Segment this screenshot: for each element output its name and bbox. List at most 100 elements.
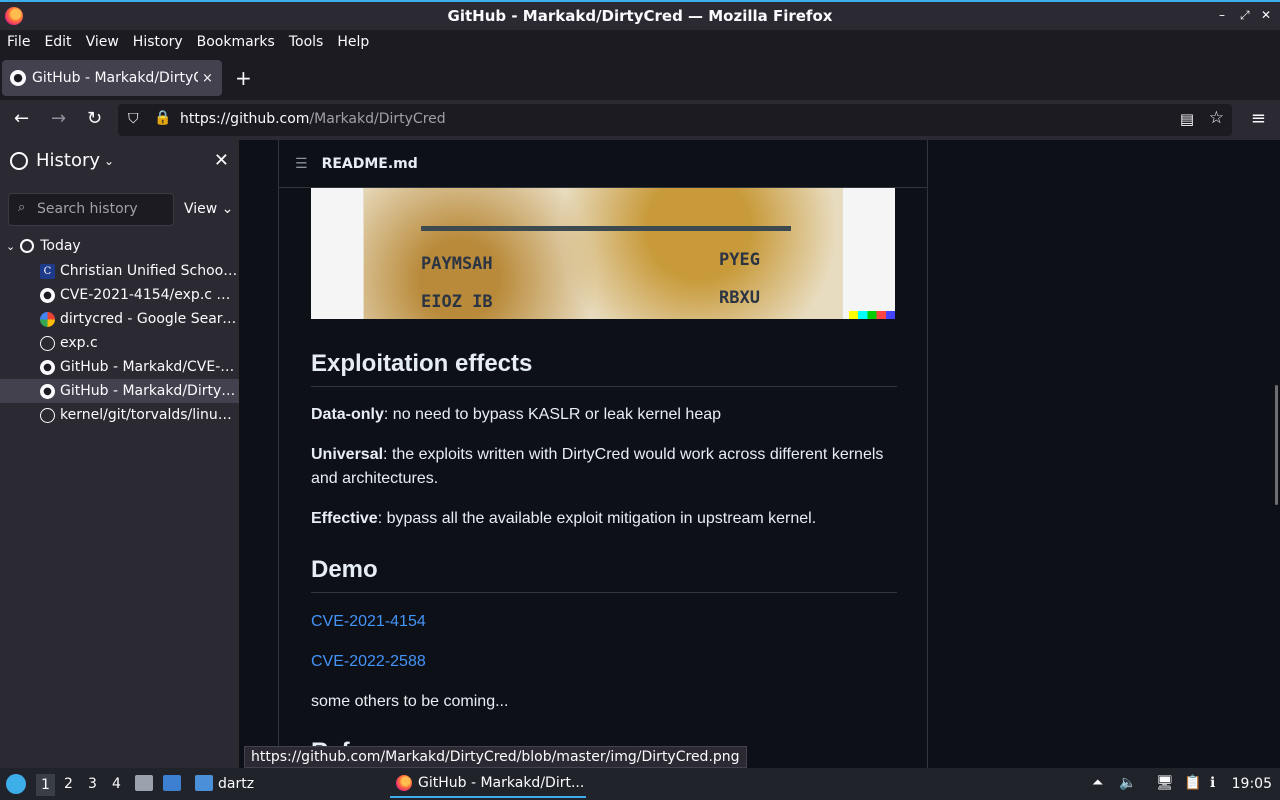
search-icon: ⌕	[18, 200, 26, 215]
menu-edit[interactable]: Edit	[44, 34, 71, 50]
close-icon[interactable]: ✕	[214, 150, 229, 171]
navigation-bar: ← → ↻ ⛉ 🔒 https://github.com/Markakd/Dir…	[0, 100, 1280, 140]
effect-paragraph: Effective: bypass all the available expl…	[311, 510, 817, 527]
image-text: PAYMSAH	[421, 254, 493, 274]
c-icon: C	[40, 263, 55, 279]
github-icon: ●	[40, 287, 55, 303]
heading-demo: Demo	[311, 556, 897, 593]
maximize-button[interactable]: ⤢	[1240, 8, 1250, 23]
volume-icon[interactable]: 🔈	[1119, 775, 1136, 791]
heading-exploitation-effects: Exploitation effects	[311, 350, 897, 387]
task-title: GitHub - Markakd/Dirt...	[418, 775, 585, 791]
effect-paragraph: Universal: the exploits written with Dir…	[311, 446, 884, 487]
demo-link[interactable]: CVE-2022-2588	[311, 653, 897, 671]
github-icon: ●	[10, 70, 26, 86]
history-item[interactable]: kernel/git/torvalds/linux....	[0, 403, 239, 427]
history-item[interactable]: ● CVE-2021-4154/exp.c at...	[0, 283, 239, 307]
image-text: PYEG	[719, 250, 760, 270]
clipboard-icon[interactable]: 📋	[1184, 775, 1201, 791]
menu-history[interactable]: History	[133, 34, 183, 50]
chevron-down-icon: ⌄	[104, 153, 115, 168]
demo-note: some others to be coming...	[311, 693, 509, 710]
menu-tools[interactable]: Tools	[289, 34, 324, 50]
history-item[interactable]: C Christian Unified School...	[0, 259, 239, 283]
reload-button[interactable]: ↻	[87, 108, 102, 129]
menu-bookmarks[interactable]: Bookmarks	[197, 34, 275, 50]
readme-panel: ☰ README.md PAYMSAH PYEG EIOZ IB RBXU Ex…	[278, 140, 928, 768]
page-content: ☰ README.md PAYMSAH PYEG EIOZ IB RBXU Ex…	[240, 140, 1280, 768]
group-label: Today	[40, 238, 81, 254]
demo-link[interactable]: CVE-2021-4154	[311, 613, 897, 631]
outline-list-icon[interactable]: ☰	[295, 156, 308, 172]
history-item[interactable]: dirtycred - Google Search	[0, 307, 239, 331]
clock-icon	[10, 151, 28, 170]
search-placeholder: Search history	[37, 201, 138, 217]
readme-image[interactable]: PAYMSAH PYEG EIOZ IB RBXU	[311, 188, 895, 319]
tab-github-dirtycred[interactable]: ● GitHub - Markakd/DirtyCred ×	[2, 60, 222, 96]
image-text: RBXU	[719, 288, 760, 308]
folder-icon[interactable]	[195, 775, 213, 791]
readme-header: ☰ README.md	[279, 140, 927, 188]
image-board: PAYMSAH PYEG EIOZ IB RBXU	[364, 188, 842, 319]
menu-bar: File Edit View History Bookmarks Tools H…	[0, 30, 1280, 54]
tab-strip: ● GitHub - Markakd/DirtyCred × +	[0, 58, 1280, 98]
notification-icon[interactable]: ℹ	[1210, 775, 1215, 791]
google-icon	[40, 311, 55, 327]
bookmark-star-icon[interactable]: ☆	[1209, 108, 1224, 128]
status-url-tooltip: https://github.com/Markakd/DirtyCred/blo…	[244, 746, 747, 768]
readme-filename: README.md	[321, 155, 418, 172]
url-bar[interactable]: ⛉ 🔒 https://github.com/Markakd/DirtyCred…	[118, 104, 1232, 136]
workspace-4[interactable]: 4	[112, 776, 121, 792]
twisty-expanded-icon[interactable]: ⌄	[6, 240, 15, 253]
taskbar: 1 2 3 4 dartz GitHub - Markakd/Dirt... ⏶…	[0, 768, 1280, 800]
history-item-selected[interactable]: ● GitHub - Markakd/DirtyC...	[0, 379, 239, 403]
history-group-today[interactable]: ⌄ Today	[6, 238, 81, 254]
github-icon: ●	[40, 383, 55, 399]
image-color-strip	[849, 311, 895, 319]
menu-view[interactable]: View	[86, 34, 119, 50]
firefox-icon	[396, 775, 412, 791]
tray-arrow-icon[interactable]: ⏶	[1092, 775, 1103, 791]
url-text[interactable]: https://github.com/Markakd/DirtyCred	[180, 111, 446, 127]
image-bar	[421, 226, 791, 231]
effect-paragraph: Data-only: no need to bypass KASLR or le…	[311, 406, 722, 423]
desktop-icon[interactable]	[163, 775, 181, 791]
globe-icon	[40, 407, 55, 423]
history-item[interactable]: ● GitHub - Markakd/CVE-2...	[0, 355, 239, 379]
image-text: EIOZ IB	[421, 292, 493, 312]
new-tab-button[interactable]: +	[235, 66, 252, 90]
tab-close-icon[interactable]: ×	[202, 71, 213, 86]
close-window-button[interactable]: ✕	[1261, 8, 1271, 22]
start-menu-icon[interactable]	[6, 774, 26, 794]
history-item[interactable]: exp.c	[0, 331, 239, 355]
tab-title: GitHub - Markakd/DirtyCred	[32, 70, 198, 86]
window-titlebar: GitHub - Markakd/DirtyCred — Mozilla Fir…	[0, 0, 1280, 30]
forward-button[interactable]: →	[51, 108, 66, 129]
file-manager-icon[interactable]	[135, 775, 153, 791]
github-icon: ●	[40, 359, 55, 375]
sidebar-title: History	[36, 150, 101, 171]
history-sidebar: History ⌄ ✕ ⌕ Search history View ⌄ ⌄ To…	[0, 140, 240, 768]
workspace-2[interactable]: 2	[64, 776, 73, 792]
menu-help[interactable]: Help	[337, 34, 369, 50]
network-icon[interactable]: 🖥	[1156, 775, 1174, 791]
workspace-3[interactable]: 3	[88, 776, 97, 792]
back-button[interactable]: ←	[14, 108, 29, 129]
view-dropdown-button[interactable]: View ⌄	[184, 201, 233, 217]
globe-icon	[40, 335, 55, 351]
taskbar-firefox-task[interactable]: GitHub - Markakd/Dirt...	[390, 770, 586, 798]
sidebar-header[interactable]: History ⌄	[10, 150, 114, 171]
lock-icon[interactable]: 🔒	[154, 110, 171, 126]
window-title: GitHub - Markakd/DirtyCred — Mozilla Fir…	[447, 7, 833, 25]
clock-icon	[20, 239, 35, 253]
reader-view-icon[interactable]: ▤	[1180, 110, 1194, 128]
menu-file[interactable]: File	[7, 34, 30, 50]
minimize-button[interactable]: –	[1219, 8, 1225, 22]
page-scrollbar[interactable]	[1275, 385, 1278, 505]
tracking-shield-icon[interactable]: ⛉	[128, 111, 139, 127]
search-history-input[interactable]: ⌕ Search history	[8, 193, 174, 226]
workspace-1[interactable]: 1	[36, 774, 55, 796]
hamburger-menu-icon[interactable]: ≡	[1251, 108, 1266, 129]
taskbar-clock[interactable]: 19:05	[1232, 776, 1272, 792]
folder-label[interactable]: dartz	[218, 776, 254, 792]
